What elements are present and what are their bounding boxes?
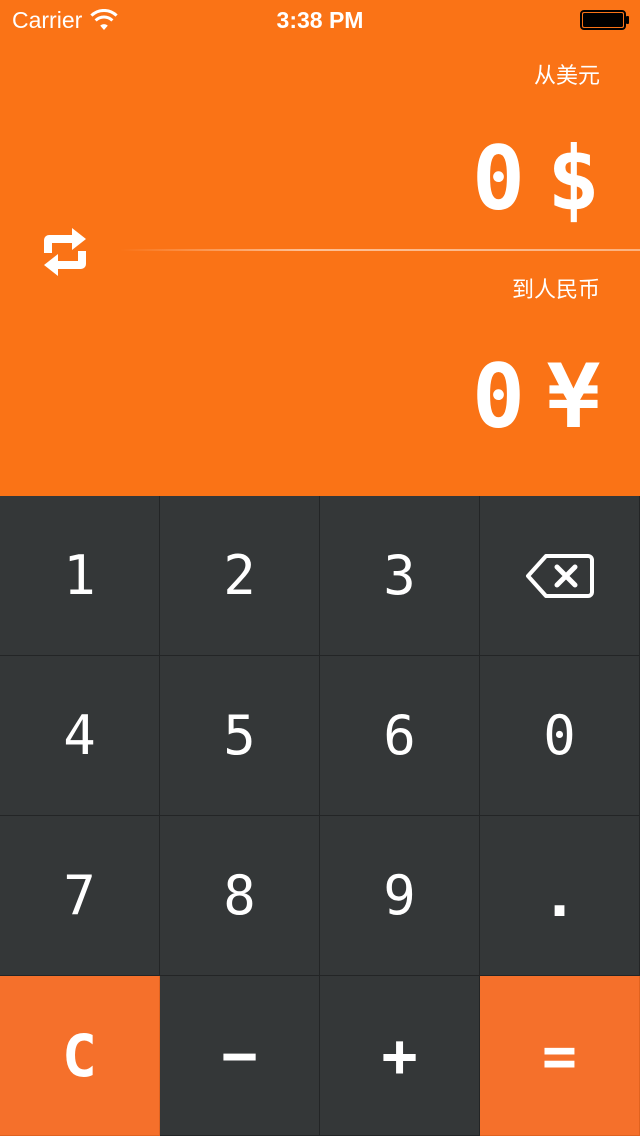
- to-currency-label: 到人民币: [511, 278, 600, 303]
- key-6[interactable]: 6: [320, 656, 480, 816]
- key-3[interactable]: 3: [320, 496, 480, 656]
- key-8[interactable]: 8: [160, 816, 320, 976]
- status-time: 3:38 PM: [276, 7, 364, 33]
- swap-arrows-icon[interactable]: [38, 227, 92, 277]
- from-amount-display: 0 $: [472, 134, 600, 224]
- backspace-icon: [525, 553, 594, 598]
- to-amount-value: 0: [472, 345, 526, 448]
- clear-button[interactable]: C: [0, 976, 160, 1136]
- from-amount-value: 0: [472, 127, 526, 230]
- key-5[interactable]: 5: [160, 656, 320, 816]
- backspace-button[interactable]: [480, 496, 640, 656]
- equals-button[interactable]: =: [480, 976, 640, 1136]
- conversion-panel: Carrier 3:38 PM 从美元 0 $ 到人民币 0 ¥: [0, 0, 640, 496]
- decimal-point-button[interactable]: .: [480, 816, 640, 976]
- key-4[interactable]: 4: [0, 656, 160, 816]
- key-1[interactable]: 1: [0, 496, 160, 656]
- key-2[interactable]: 2: [160, 496, 320, 656]
- status-bar: Carrier 3:38 PM: [0, 0, 640, 40]
- to-amount-display: 0 ¥: [472, 352, 600, 442]
- keypad: 1 2 3 4 5 6 0 7 8 9 . C − + =: [0, 496, 640, 1136]
- from-currency-label: 从美元: [533, 64, 600, 89]
- key-7[interactable]: 7: [0, 816, 160, 976]
- panel-divider: [120, 249, 640, 251]
- yuan-symbol: ¥: [547, 345, 600, 448]
- key-9[interactable]: 9: [320, 816, 480, 976]
- currency-converter-app: Carrier 3:38 PM 从美元 0 $ 到人民币 0 ¥ 1 2 3 4…: [0, 0, 640, 1136]
- dollar-symbol: $: [547, 127, 600, 230]
- key-0[interactable]: 0: [480, 656, 640, 816]
- battery-icon: [580, 10, 629, 30]
- plus-button[interactable]: +: [320, 976, 480, 1136]
- minus-button[interactable]: −: [160, 976, 320, 1136]
